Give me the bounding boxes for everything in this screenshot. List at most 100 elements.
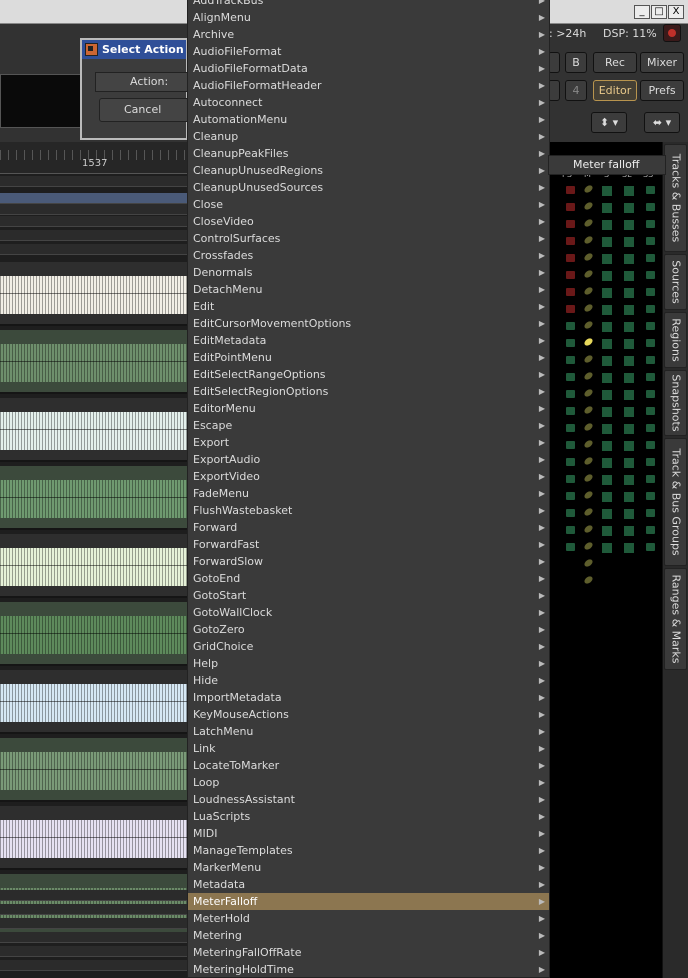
mute-toggle[interactable] bbox=[602, 237, 612, 247]
menu-item-gotozero[interactable]: GotoZero ▶ bbox=[188, 621, 549, 638]
menu-item-gridchoice[interactable]: GridChoice ▶ bbox=[188, 638, 549, 655]
mixer-button[interactable]: Mixer bbox=[640, 52, 684, 73]
menu-item-crossfades[interactable]: Crossfades ▶ bbox=[188, 247, 549, 264]
mute-toggle[interactable] bbox=[602, 458, 612, 468]
menu-item-forwardfast[interactable]: ForwardFast ▶ bbox=[188, 536, 549, 553]
menu-item-meterfalloff[interactable]: MeterFalloff ▶ bbox=[188, 893, 549, 910]
menu-item-hide[interactable]: Hide ▶ bbox=[188, 672, 549, 689]
meter-icon[interactable] bbox=[583, 302, 594, 314]
record-lock-icon[interactable] bbox=[566, 526, 575, 534]
track-strip-row[interactable] bbox=[548, 556, 662, 573]
menu-item-editselectregionoptions[interactable]: EditSelectRegionOptions ▶ bbox=[188, 383, 549, 400]
menu-item-meteringfalloffrate[interactable]: MeteringFallOffRate ▶ bbox=[188, 944, 549, 961]
solo-toggle[interactable] bbox=[624, 390, 634, 400]
menu-item-editpointmenu[interactable]: EditPointMenu ▶ bbox=[188, 349, 549, 366]
menu-item-addtrackbus[interactable]: AddTrackBus ▶ bbox=[188, 0, 549, 9]
solo-lock-icon[interactable] bbox=[646, 373, 655, 381]
track-strip-row[interactable] bbox=[548, 352, 662, 369]
menu-item-denormals[interactable]: Denormals ▶ bbox=[188, 264, 549, 281]
solo-lock-icon[interactable] bbox=[646, 543, 655, 551]
b-button[interactable]: B bbox=[565, 52, 587, 73]
record-lock-icon[interactable] bbox=[566, 322, 575, 330]
menu-item-gotostart[interactable]: GotoStart ▶ bbox=[188, 587, 549, 604]
menu-item-editcursormovementoptions[interactable]: EditCursorMovementOptions ▶ bbox=[188, 315, 549, 332]
mute-toggle[interactable] bbox=[602, 305, 612, 315]
record-lock-icon[interactable] bbox=[566, 492, 575, 500]
track-strip-row[interactable] bbox=[548, 267, 662, 284]
menu-item-controlsurfaces[interactable]: ControlSurfaces ▶ bbox=[188, 230, 549, 247]
record-lock-icon[interactable] bbox=[566, 305, 575, 313]
mute-toggle[interactable] bbox=[602, 356, 612, 366]
meter-icon[interactable] bbox=[583, 489, 594, 501]
menu-item-cleanupunusedregions[interactable]: CleanupUnusedRegions ▶ bbox=[188, 162, 549, 179]
record-lock-icon[interactable] bbox=[566, 441, 575, 449]
menu-item-locatetomarker[interactable]: LocateToMarker ▶ bbox=[188, 757, 549, 774]
mode-4-button[interactable]: 4 bbox=[565, 80, 587, 101]
solo-lock-icon[interactable] bbox=[646, 271, 655, 279]
solo-toggle[interactable] bbox=[624, 543, 634, 553]
solo-toggle[interactable] bbox=[624, 458, 634, 468]
solo-toggle[interactable] bbox=[624, 220, 634, 230]
solo-lock-icon[interactable] bbox=[646, 424, 655, 432]
menu-item-importmetadata[interactable]: ImportMetadata ▶ bbox=[188, 689, 549, 706]
solo-lock-icon[interactable] bbox=[646, 322, 655, 330]
track-strip-row[interactable] bbox=[548, 386, 662, 403]
solo-lock-icon[interactable] bbox=[646, 492, 655, 500]
track-strip-row[interactable] bbox=[548, 284, 662, 301]
solo-toggle[interactable] bbox=[624, 526, 634, 536]
menu-item-midi[interactable]: MIDI ▶ bbox=[188, 825, 549, 842]
mute-toggle[interactable] bbox=[602, 186, 612, 196]
record-indicator-icon[interactable] bbox=[663, 24, 681, 42]
menu-item-editselectrangeoptions[interactable]: EditSelectRangeOptions ▶ bbox=[188, 366, 549, 383]
menu-item-meterhold[interactable]: MeterHold ▶ bbox=[188, 910, 549, 927]
menu-item-close[interactable]: Close ▶ bbox=[188, 196, 549, 213]
record-lock-icon[interactable] bbox=[566, 509, 575, 517]
meter-icon[interactable] bbox=[583, 353, 594, 365]
mute-toggle[interactable] bbox=[602, 339, 612, 349]
record-lock-icon[interactable] bbox=[566, 186, 575, 194]
track-strip-row[interactable] bbox=[548, 403, 662, 420]
record-lock-icon[interactable] bbox=[566, 390, 575, 398]
record-lock-icon[interactable] bbox=[566, 543, 575, 551]
meter-icon[interactable] bbox=[583, 438, 594, 450]
menu-item-help[interactable]: Help ▶ bbox=[188, 655, 549, 672]
tab-snapshots[interactable]: Snapshots bbox=[664, 370, 687, 436]
solo-lock-icon[interactable] bbox=[646, 186, 655, 194]
solo-toggle[interactable] bbox=[624, 288, 634, 298]
meter-icon[interactable] bbox=[583, 285, 594, 297]
track-strip-row[interactable] bbox=[548, 437, 662, 454]
solo-lock-icon[interactable] bbox=[646, 254, 655, 262]
tab-tracks-busses[interactable]: Tracks & Busses bbox=[664, 144, 687, 252]
menu-item-closevideo[interactable]: CloseVideo ▶ bbox=[188, 213, 549, 230]
solo-lock-icon[interactable] bbox=[646, 220, 655, 228]
solo-toggle[interactable] bbox=[624, 356, 634, 366]
mute-toggle[interactable] bbox=[602, 526, 612, 536]
menu-item-loop[interactable]: Loop ▶ bbox=[188, 774, 549, 791]
record-lock-icon[interactable] bbox=[566, 373, 575, 381]
track-strip-row[interactable] bbox=[548, 369, 662, 386]
record-lock-icon[interactable] bbox=[566, 288, 575, 296]
solo-lock-icon[interactable] bbox=[646, 458, 655, 466]
solo-lock-icon[interactable] bbox=[646, 441, 655, 449]
solo-lock-icon[interactable] bbox=[646, 509, 655, 517]
solo-toggle[interactable] bbox=[624, 441, 634, 451]
mute-toggle[interactable] bbox=[602, 543, 612, 553]
menu-item-luascripts[interactable]: LuaScripts ▶ bbox=[188, 808, 549, 825]
menu-item-archive[interactable]: Archive ▶ bbox=[188, 26, 549, 43]
meter-icon[interactable] bbox=[583, 268, 594, 280]
solo-lock-icon[interactable] bbox=[646, 237, 655, 245]
record-lock-icon[interactable] bbox=[566, 356, 575, 364]
track-strip-row[interactable] bbox=[548, 250, 662, 267]
mute-toggle[interactable] bbox=[602, 424, 612, 434]
meter-icon[interactable] bbox=[583, 540, 594, 552]
record-lock-icon[interactable] bbox=[566, 407, 575, 415]
record-lock-icon[interactable] bbox=[566, 237, 575, 245]
menu-item-gotowallclock[interactable]: GotoWallClock ▶ bbox=[188, 604, 549, 621]
cancel-button[interactable]: Cancel bbox=[99, 98, 190, 122]
zoom-focus-dropdown[interactable]: ⬍ ▾ bbox=[591, 112, 627, 133]
mute-toggle[interactable] bbox=[602, 220, 612, 230]
solo-toggle[interactable] bbox=[624, 407, 634, 417]
solo-toggle[interactable] bbox=[624, 305, 634, 315]
menu-item-export[interactable]: Export ▶ bbox=[188, 434, 549, 451]
mute-toggle[interactable] bbox=[602, 509, 612, 519]
